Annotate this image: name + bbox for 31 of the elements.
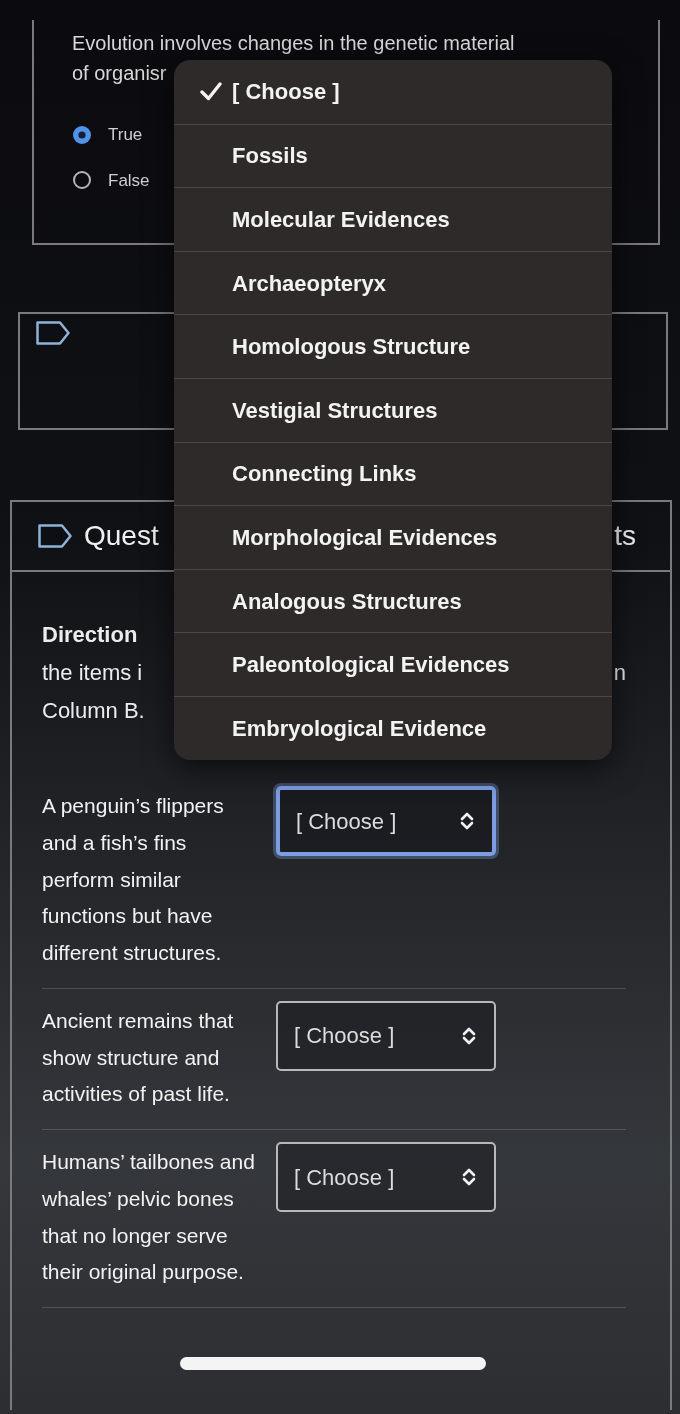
dropdown-option[interactable]: Homologous Structure: [174, 314, 612, 378]
dropdown-option[interactable]: Paleontological Evidences: [174, 632, 612, 696]
tag-icon[interactable]: [38, 524, 72, 548]
dropdown-option[interactable]: Fossils: [174, 123, 612, 188]
directions-text: Column B.: [42, 697, 145, 725]
dropdown-option[interactable]: Archaeopteryx: [174, 250, 612, 315]
header-text: ts: [614, 519, 636, 553]
chevron-updown-icon: [462, 1166, 476, 1188]
directions-text: the items i: [42, 659, 144, 687]
dropdown-option[interactable]: Connecting Links: [174, 441, 612, 506]
question-title: Quest: [84, 519, 159, 553]
directions-text: Direction: [42, 621, 139, 649]
dropdown-option[interactable]: Embryological Evidence: [174, 695, 612, 760]
tag-icon[interactable]: [36, 320, 70, 345]
check-icon: [200, 81, 222, 103]
dropdown-option[interactable]: Morphological Evidences: [174, 505, 612, 569]
radio-button[interactable]: [72, 170, 92, 191]
directions-text: n: [613, 659, 626, 687]
dropdown-option[interactable]: Analogous Structures: [174, 568, 612, 633]
prompt-text: Humans’ tailbones and whales’ pelvic bones that no longer serve their original purpose.: [42, 1149, 256, 1286]
option-label[interactable]: True: [108, 122, 143, 148]
prompt-text: Ancient remains that show structure and activities of past life.: [42, 1007, 235, 1108]
option-label[interactable]: False: [108, 167, 150, 193]
dropdown-option[interactable]: Vestigial Structures: [174, 377, 612, 442]
answer-select[interactable]: [ Choose ]: [276, 786, 496, 856]
answer-select[interactable]: [ Choose ]: [276, 1142, 496, 1212]
radio-button[interactable]: [72, 124, 92, 145]
dropdown-option[interactable]: Molecular Evidences: [174, 187, 612, 251]
chevron-updown-icon: [460, 810, 474, 832]
answer-select[interactable]: [ Choose ]: [276, 1000, 496, 1071]
prompt-text: A penguin’s flippers and a fish’s fins perform similar functions but have different structures.: [42, 793, 225, 966]
